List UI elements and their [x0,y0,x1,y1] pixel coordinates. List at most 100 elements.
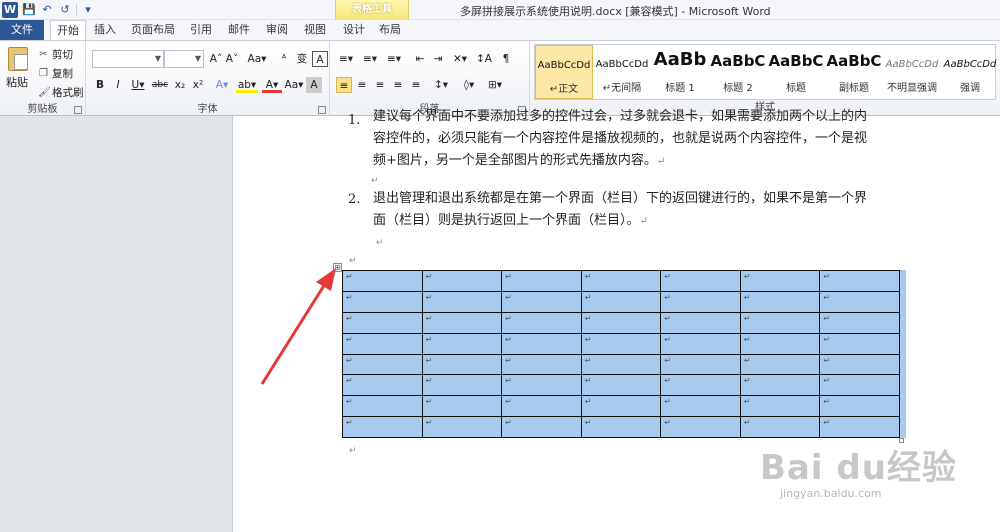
justify-icon[interactable]: ≡ [390,77,406,93]
superscript-icon[interactable]: x² [190,77,206,93]
tab-file[interactable]: 文件 [0,20,44,40]
table-cell[interactable]: ↵ [421,270,503,292]
redo-icon[interactable]: ↺ [58,3,72,17]
table-cell[interactable]: ↵ [739,270,821,292]
tab-layout[interactable]: 布局 [373,20,407,40]
table-cell[interactable]: ↵ [660,353,741,376]
style-emphasis[interactable]: AaBbCcDd 强调 [941,45,999,99]
table-cell[interactable]: ↵ [501,270,582,292]
table-cell[interactable]: ↵ [819,416,900,438]
table-cell[interactable]: ↵ [342,311,423,334]
table-cell[interactable]: ↵ [421,290,503,313]
format-painter-button[interactable]: 🖌 格式刷 [38,85,84,100]
table-cell[interactable]: ↵ [501,332,582,355]
italic-icon[interactable]: I [110,77,126,93]
paste-icon[interactable] [8,47,28,71]
table-cell[interactable]: ↵ [580,395,662,418]
table-cell[interactable]: ↵ [342,290,423,313]
tab-page-layout[interactable]: 页面布局 [126,20,180,40]
table-cell[interactable]: ↵ [342,270,423,292]
table-cell[interactable]: ↵ [501,353,582,376]
table-cell[interactable]: ↵ [580,270,662,292]
chinese-layout-icon[interactable]: ✕▾ [450,51,470,67]
sort-icon[interactable]: ↕A [474,51,494,67]
tab-review[interactable]: 审阅 [260,20,294,40]
style-no-spacing[interactable]: AaBbCcDd ↵无间隔 [593,45,651,99]
shrink-font-icon[interactable]: A˅ [224,51,240,67]
table-cell[interactable]: ↵ [421,332,503,355]
table-cell[interactable]: ↵ [580,416,662,438]
table-cell[interactable]: ↵ [660,395,741,418]
table-cell[interactable]: ↵ [342,416,423,438]
table-cell[interactable]: ↵ [660,416,741,438]
borders-icon[interactable]: ⊞▾ [484,77,506,93]
table-cell[interactable]: ↵ [342,395,423,418]
highlight-icon[interactable]: ab▾ [236,77,258,93]
save-icon[interactable]: 💾 [22,3,36,17]
table-cell[interactable]: ↵ [819,395,900,418]
table-cell[interactable]: ↵ [580,290,662,313]
line-spacing-icon[interactable]: ↕▾ [430,77,452,93]
table-cell[interactable]: ↵ [421,353,503,376]
phonetic-guide-icon[interactable]: 变 [294,51,310,67]
table-cell[interactable]: ↵ [660,270,741,292]
align-left-icon[interactable]: ≡ [336,77,352,93]
table-cell[interactable]: ↵ [739,374,821,397]
numbering-icon[interactable]: ≡▾ [360,51,380,67]
table-cell[interactable]: ↵ [660,332,741,355]
undo-icon[interactable]: ↶ [40,3,54,17]
table-cell[interactable]: ↵ [739,290,821,313]
paste-button[interactable]: 粘贴 [6,74,28,90]
table-cell[interactable]: ↵ [660,374,741,397]
tab-mailings[interactable]: 邮件 [222,20,256,40]
style-subtle-emphasis[interactable]: AaBbCcDd 不明显强调 [883,45,941,99]
table-cell[interactable]: ↵ [501,311,582,334]
table-cell[interactable]: ↵ [739,416,821,438]
table-cell[interactable]: ↵ [580,311,662,334]
table-cell[interactable]: ↵ [819,353,900,376]
copy-button[interactable]: ❐ 复制 [38,66,73,81]
table-cell[interactable]: ↵ [660,290,741,313]
selected-table[interactable]: ↵ ↵ ↵ ↵ ↵ ↵ ↵ ↵ ↵ ↵ ↵ ↵ ↵ ↵ ↵ ↵ ↵ ↵ ↵ ↵ ↵ ↵ ↵ ↵ ↵ ↵ ↵ ↵ ↵ ↵ ↵ ↵ ↵ ↵ ↵ ↵ ↵ ↵ ↵ ↵… [342,270,900,438]
align-right-icon[interactable]: ≡ [372,77,388,93]
table-cell[interactable]: ↵ [342,332,423,355]
table-cell[interactable]: ↵ [342,374,423,397]
customize-qat-icon[interactable]: ▾ [81,3,95,17]
table-cell[interactable]: ↵ [421,416,503,438]
font-size-combo[interactable]: ▼ [164,50,204,68]
style-heading-1[interactable]: AaBb 标题 1 [651,45,709,99]
show-marks-icon[interactable]: ¶ [498,51,514,67]
increase-indent-icon[interactable]: ⇥ [430,51,446,67]
cut-button[interactable]: ✂ 剪切 [38,47,73,62]
clipboard-launcher-icon[interactable] [74,106,82,114]
char-border-icon[interactable]: A [312,51,328,67]
font-name-combo[interactable]: ▼ [92,50,164,68]
font-launcher-icon[interactable] [318,106,326,114]
table-cell[interactable]: ↵ [819,332,900,355]
list-item-1[interactable]: 建议每个界面中不要添加过多的控件过会，过多就会退卡，如果需要添加两个以上的内 容… [373,106,898,173]
shading-icon[interactable]: A [306,77,322,93]
grow-font-icon[interactable]: A˄ [208,51,224,67]
tab-references[interactable]: 引用 [184,20,218,40]
clear-format-icon[interactable]: ᴬ [276,51,292,67]
table-cell[interactable]: ↵ [819,270,900,292]
table-cell[interactable]: ↵ [819,290,900,313]
strikethrough-icon[interactable]: abc [150,77,170,93]
table-cell[interactable]: ↵ [819,311,900,334]
table-cell[interactable]: ↵ [501,416,582,438]
list-item-2[interactable]: 退出管理和退出系统都是在第一个界面（栏目）下的返回键进行的，如果不是第一个界 面… [373,188,898,233]
text-effects-icon[interactable]: A▾ [212,77,232,93]
align-center-icon[interactable]: ≡ [354,77,370,93]
table-cell[interactable]: ↵ [580,332,662,355]
table-cell[interactable]: ↵ [739,311,821,334]
table-cell[interactable]: ↵ [739,395,821,418]
table-cell[interactable]: ↵ [501,290,582,313]
table-cell[interactable]: ↵ [421,374,503,397]
table-cell[interactable]: ↵ [501,374,582,397]
word-app-icon[interactable]: W [2,2,18,18]
tab-design[interactable]: 设计 [337,20,371,40]
table-cell[interactable]: ↵ [580,374,662,397]
table-cell[interactable]: ↵ [660,311,741,334]
table-cell[interactable]: ↵ [580,353,662,376]
bold-icon[interactable]: B [92,77,108,93]
